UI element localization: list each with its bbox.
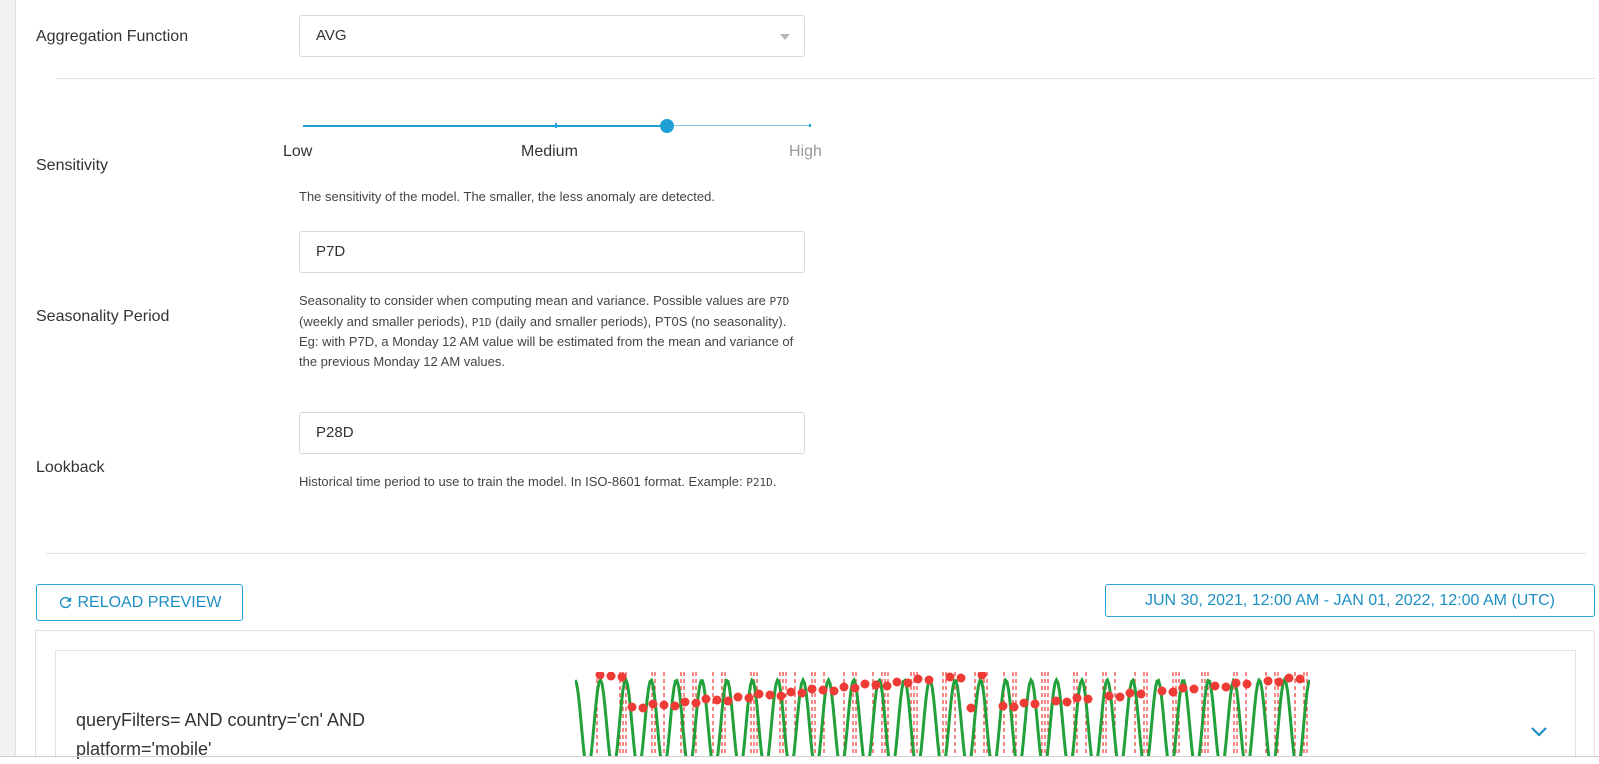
anomaly-point — [850, 683, 860, 693]
slider-tick-label-high: High — [789, 143, 822, 160]
reload-preview-label: RELOAD PREVIEW — [77, 593, 222, 611]
anomaly-point — [1072, 693, 1082, 703]
lookback-input[interactable]: P28D — [299, 412, 805, 454]
slider-track-rest — [667, 125, 809, 126]
anomaly-point — [1242, 679, 1252, 689]
anomaly-point — [818, 685, 828, 695]
anomaly-point — [1030, 699, 1040, 709]
anomaly-point — [1157, 686, 1167, 696]
anomaly-point — [977, 672, 987, 680]
anomaly-point — [966, 703, 976, 713]
anomaly-point — [882, 681, 892, 691]
anomaly-point — [924, 675, 934, 685]
anomaly-point — [712, 695, 722, 705]
anomaly-point — [903, 678, 913, 688]
anomaly-point — [1019, 698, 1029, 708]
help-text: (weekly and smaller periods), — [299, 313, 472, 329]
code-p1d: P1D — [471, 315, 492, 329]
lookback-help: Historical time period to use to train t… — [299, 472, 809, 493]
anomaly-point — [680, 697, 690, 707]
slider-tick-medium — [555, 123, 557, 128]
anomaly-point — [829, 686, 839, 696]
date-range-picker[interactable]: JUN 30, 2021, 12:00 AM - JAN 01, 2022, 1… — [1105, 584, 1595, 617]
anomaly-point — [754, 689, 764, 699]
anomaly-point — [1104, 691, 1114, 701]
anomaly-point — [807, 684, 817, 694]
anomaly-point — [797, 688, 807, 698]
anomaly-point — [606, 672, 616, 681]
slider-tick-high — [809, 124, 811, 127]
aggregation-function-label: Aggregation Function — [36, 28, 189, 45]
reload-preview-button[interactable]: RELOAD PREVIEW — [36, 584, 243, 621]
slider-handle[interactable] — [660, 119, 675, 133]
seasonality-help: Seasonality to consider when computing m… — [299, 291, 809, 371]
anomaly-point — [648, 699, 658, 709]
seasonality-period-label: Seasonality Period — [36, 308, 170, 325]
anomaly-point — [1168, 687, 1178, 697]
section-divider — [56, 78, 1596, 79]
aggregation-function-select[interactable]: AVG — [299, 15, 805, 57]
anomaly-point — [1062, 697, 1072, 707]
code-p21d: P21D — [746, 476, 773, 489]
anomaly-point — [1125, 688, 1135, 698]
anomaly-point — [776, 691, 786, 701]
anomaly-preview-chart — [575, 672, 1310, 757]
anomaly-point — [786, 687, 796, 697]
anomaly-point — [1009, 702, 1019, 712]
anomaly-point — [892, 677, 902, 687]
code-p7d: P7D — [769, 295, 790, 308]
anomaly-point — [1231, 678, 1241, 688]
anomaly-point — [659, 700, 669, 710]
slider-track-active — [303, 125, 668, 127]
anomaly-point — [956, 673, 966, 683]
date-range-label: JUN 30, 2021, 12:00 AM - JAN 01, 2022, 1… — [1145, 591, 1555, 609]
anomaly-point — [1295, 674, 1305, 684]
anomaly-point — [617, 672, 627, 682]
anomaly-point — [913, 674, 923, 684]
anomaly-point — [765, 690, 775, 700]
anomaly-point — [945, 672, 955, 682]
chevron-down-icon[interactable] — [1530, 726, 1548, 738]
help-text: Seasonality to consider when computing m… — [299, 293, 770, 308]
anomaly-point — [627, 702, 637, 712]
slider-tick-label-medium: Medium — [521, 143, 578, 160]
anomaly-point — [1115, 692, 1125, 702]
slider-tick-label-low: Low — [283, 143, 313, 160]
lookback-label: Lookback — [36, 459, 105, 476]
sensitivity-label: Sensitivity — [36, 157, 109, 174]
help-text: . — [772, 474, 777, 489]
left-sidebar-edge — [0, 0, 16, 757]
anomaly-point — [1083, 694, 1093, 704]
anomaly-point — [871, 680, 881, 690]
anomaly-point — [839, 682, 849, 692]
seasonality-period-input[interactable]: P7D — [299, 231, 805, 273]
anomaly-point — [701, 694, 711, 704]
section-divider — [46, 553, 1586, 554]
anomaly-point — [1284, 673, 1294, 683]
anomaly-point — [1189, 684, 1199, 694]
anomaly-point — [860, 679, 870, 689]
anomaly-point — [1178, 683, 1188, 693]
anomaly-point — [723, 696, 733, 706]
anomaly-point — [733, 692, 743, 702]
anomaly-point — [998, 701, 1008, 711]
anomaly-point — [691, 698, 701, 708]
aggregation-function-value: AVG — [316, 27, 347, 44]
anomaly-point — [595, 672, 605, 680]
chevron-down-icon — [780, 34, 790, 40]
anomaly-point — [1221, 682, 1231, 692]
lookback-value: P28D — [316, 424, 354, 441]
anomaly-point — [744, 693, 754, 703]
help-text: Historical time period to use to train t… — [299, 474, 747, 489]
sensitivity-help: The sensitivity of the model. The smalle… — [299, 189, 715, 204]
anomaly-point — [638, 703, 648, 713]
seasonality-period-value: P7D — [316, 243, 346, 260]
refresh-icon — [60, 596, 72, 609]
anomaly-point — [670, 701, 680, 711]
anomaly-point — [1274, 677, 1284, 687]
anomaly-point — [1136, 689, 1146, 699]
anomaly-point — [1263, 676, 1273, 686]
anomaly-point — [1051, 696, 1061, 706]
anomaly-point — [1210, 681, 1220, 691]
